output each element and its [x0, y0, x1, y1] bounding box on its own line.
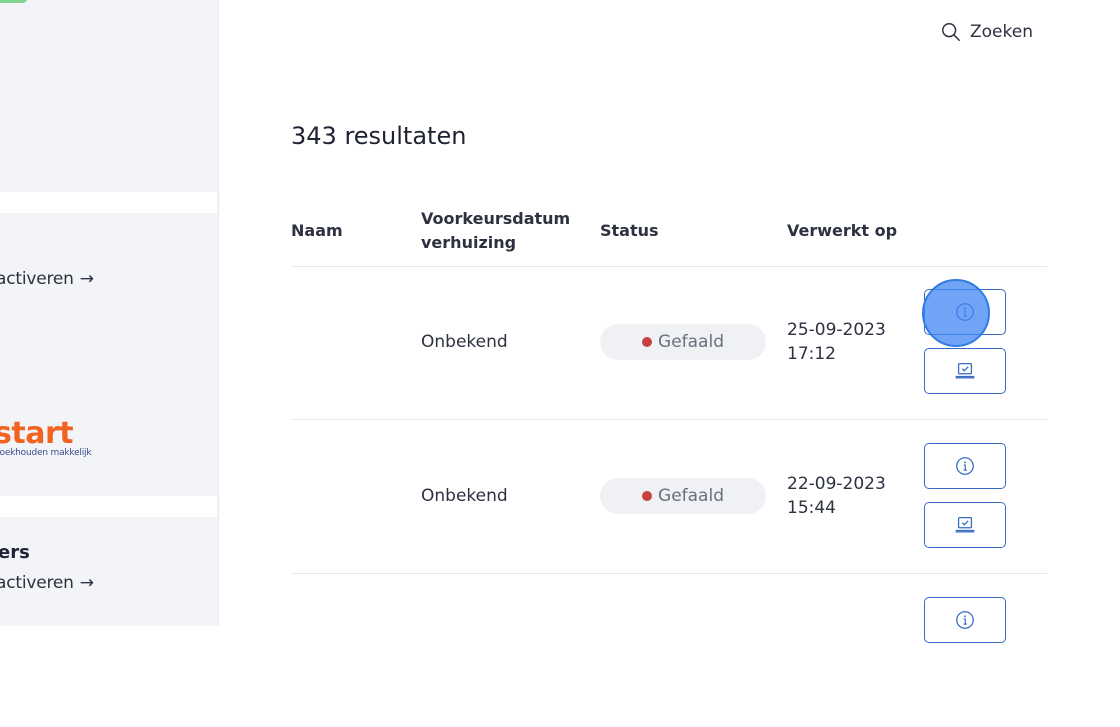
- table-row: [291, 574, 1047, 727]
- column-header-date-line1: Voorkeursdatum: [421, 209, 571, 228]
- info-button[interactable]: [924, 289, 1006, 335]
- activate-link-label: activeren: [0, 573, 74, 593]
- sidebar: activeren → start boekhouden makkelijk er…: [0, 0, 219, 626]
- column-header-naam: Naam: [291, 221, 343, 240]
- sidebar-divider: [0, 192, 217, 213]
- column-header-processed: Verwerkt op: [787, 221, 898, 240]
- search-icon: [942, 23, 960, 41]
- row-date: Onbekend: [421, 486, 508, 506]
- column-header-date-line2: verhuizing: [421, 233, 517, 252]
- activate-link-label: activeren: [0, 269, 74, 289]
- processed-date: 25-09-2023: [787, 320, 886, 340]
- sidebar-badge: [0, 0, 28, 3]
- status-badge: Gefaald: [600, 324, 766, 360]
- column-header-date: Voorkeursdatum verhuizing: [421, 207, 570, 255]
- table-header: Naam Voorkeursdatum verhuizing Status Ve…: [291, 206, 1047, 267]
- status-badge: Gefaald: [600, 478, 766, 514]
- info-icon: [956, 303, 974, 321]
- logo-word: start: [0, 416, 74, 451]
- status-dot-icon: [642, 491, 653, 501]
- processed-time: 15:44: [787, 498, 836, 518]
- arrow-right-icon: →: [79, 573, 94, 593]
- search-button[interactable]: Zoeken: [940, 21, 1033, 43]
- logo-tagline: boekhouden makkelijk: [0, 448, 92, 458]
- row-date: Onbekend: [421, 332, 508, 352]
- laptop-check-icon: [955, 517, 975, 533]
- status-label: Gefaald: [658, 486, 724, 506]
- sidebar-divider: [0, 496, 217, 517]
- results-count: 343 resultaten: [291, 122, 467, 150]
- activate-link-2[interactable]: activeren →: [0, 573, 94, 593]
- activate-link-1[interactable]: activeren →: [0, 269, 94, 289]
- processed-time: 17:12: [787, 344, 836, 364]
- table-row: Onbekend Gefaald 25-09-2023 17:12: [291, 266, 1047, 420]
- row-processed: 22-09-2023 15:44: [787, 472, 886, 520]
- search-label: Zoeken: [970, 22, 1033, 42]
- info-icon: [956, 457, 974, 475]
- partner-logo: start boekhouden makkelijk: [0, 416, 92, 458]
- row-processed: 25-09-2023 17:12: [787, 318, 886, 366]
- info-button[interactable]: [924, 443, 1006, 489]
- process-button[interactable]: [924, 502, 1006, 548]
- status-dot-icon: [642, 337, 653, 347]
- column-header-status: Status: [600, 221, 659, 240]
- table-row: Onbekend Gefaald 22-09-2023 15:44: [291, 420, 1047, 574]
- arrow-right-icon: →: [79, 269, 94, 289]
- process-button[interactable]: [924, 348, 1006, 394]
- info-button[interactable]: [924, 597, 1006, 643]
- status-label: Gefaald: [658, 332, 724, 352]
- info-icon: [956, 611, 974, 629]
- sidebar-section-title: ers: [0, 542, 30, 563]
- laptop-check-icon: [955, 363, 975, 379]
- processed-date: 22-09-2023: [787, 474, 886, 494]
